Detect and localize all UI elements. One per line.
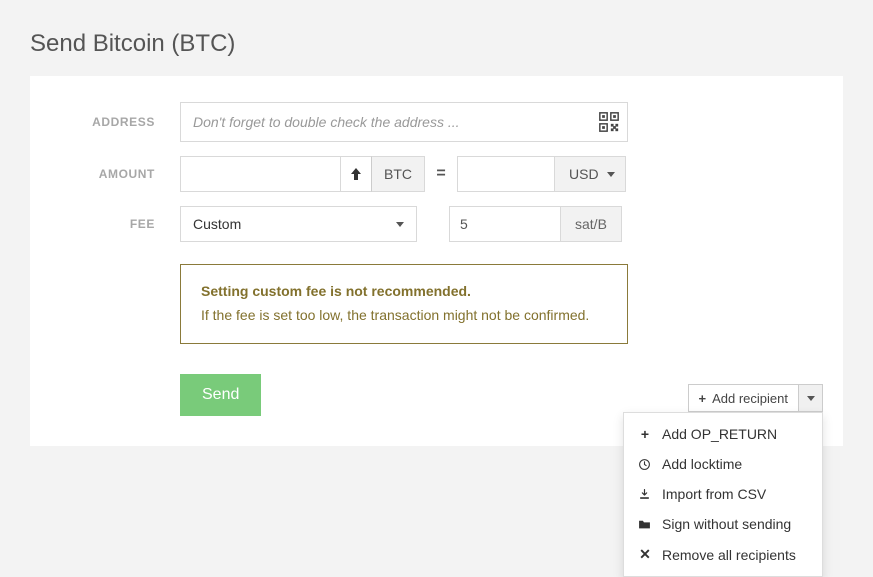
arrow-up-icon xyxy=(350,167,362,181)
amount-btc-wrap: BTC xyxy=(180,156,425,192)
send-form-card: ADDRESS AMOUNT xyxy=(30,76,843,446)
menu-item-label: Sign without sending xyxy=(662,516,791,532)
plus-icon: + xyxy=(638,426,652,442)
currency-dropdown[interactable]: USD xyxy=(555,156,626,192)
address-input-wrap xyxy=(180,102,628,142)
btc-unit-label: BTC xyxy=(372,156,425,192)
fee-warning-body: If the fee is set too low, the transacti… xyxy=(201,305,607,325)
folder-icon xyxy=(638,518,652,530)
amount-row: AMOUNT BTC = USD xyxy=(60,156,813,192)
menu-import-csv[interactable]: Import from CSV xyxy=(624,479,822,509)
fee-mode-value: Custom xyxy=(193,216,241,232)
action-row: Send + Add recipient + Add OP_RETURN Add… xyxy=(180,374,813,416)
plus-icon: + xyxy=(699,391,707,406)
add-recipient-more-button[interactable] xyxy=(799,384,823,412)
caret-down-icon xyxy=(396,222,404,227)
send-button[interactable]: Send xyxy=(180,374,261,416)
add-recipient-group: + Add recipient xyxy=(688,384,823,412)
page-title: Send Bitcoin (BTC) xyxy=(0,0,873,76)
qr-code-icon[interactable] xyxy=(598,111,620,133)
clock-icon xyxy=(638,458,652,471)
address-input[interactable] xyxy=(180,102,628,142)
menu-item-label: Import from CSV xyxy=(662,486,766,502)
x-icon: ✕ xyxy=(638,546,652,563)
address-label: ADDRESS xyxy=(60,115,155,129)
menu-remove-all-recipients[interactable]: ✕ Remove all recipients xyxy=(624,539,822,570)
add-recipient-button[interactable]: + Add recipient xyxy=(688,384,799,412)
amount-usd-input[interactable] xyxy=(457,156,555,192)
address-row: ADDRESS xyxy=(60,102,813,142)
menu-item-label: Remove all recipients xyxy=(662,547,796,563)
recipient-dropdown-menu: + Add OP_RETURN Add locktime Import from… xyxy=(623,412,823,577)
fee-unit-label: sat/B xyxy=(561,206,622,242)
amount-max-button[interactable] xyxy=(340,156,372,192)
fee-warning-box: Setting custom fee is not recommended. I… xyxy=(180,264,628,344)
menu-add-locktime[interactable]: Add locktime xyxy=(624,449,822,479)
menu-add-op-return[interactable]: + Add OP_RETURN xyxy=(624,419,822,449)
import-icon xyxy=(638,488,652,501)
caret-down-icon xyxy=(607,172,615,177)
fee-row: FEE Custom sat/B xyxy=(60,206,813,242)
fee-mode-select[interactable]: Custom xyxy=(180,206,417,242)
amount-group: BTC = USD xyxy=(180,156,626,192)
menu-sign-without-sending[interactable]: Sign without sending xyxy=(624,509,822,539)
amount-label: AMOUNT xyxy=(60,167,155,181)
amount-usd-wrap: USD xyxy=(457,156,626,192)
equals-sign: = xyxy=(425,165,457,183)
fee-warning-title: Setting custom fee is not recommended. xyxy=(201,283,607,299)
currency-label: USD xyxy=(569,166,599,182)
caret-down-icon xyxy=(807,396,815,401)
amount-btc-input[interactable] xyxy=(180,156,340,192)
fee-label: FEE xyxy=(60,217,155,231)
menu-item-label: Add OP_RETURN xyxy=(662,426,777,442)
menu-item-label: Add locktime xyxy=(662,456,742,472)
fee-input-wrap: sat/B xyxy=(449,206,622,242)
add-recipient-label: Add recipient xyxy=(712,391,788,406)
fee-value-input[interactable] xyxy=(449,206,561,242)
